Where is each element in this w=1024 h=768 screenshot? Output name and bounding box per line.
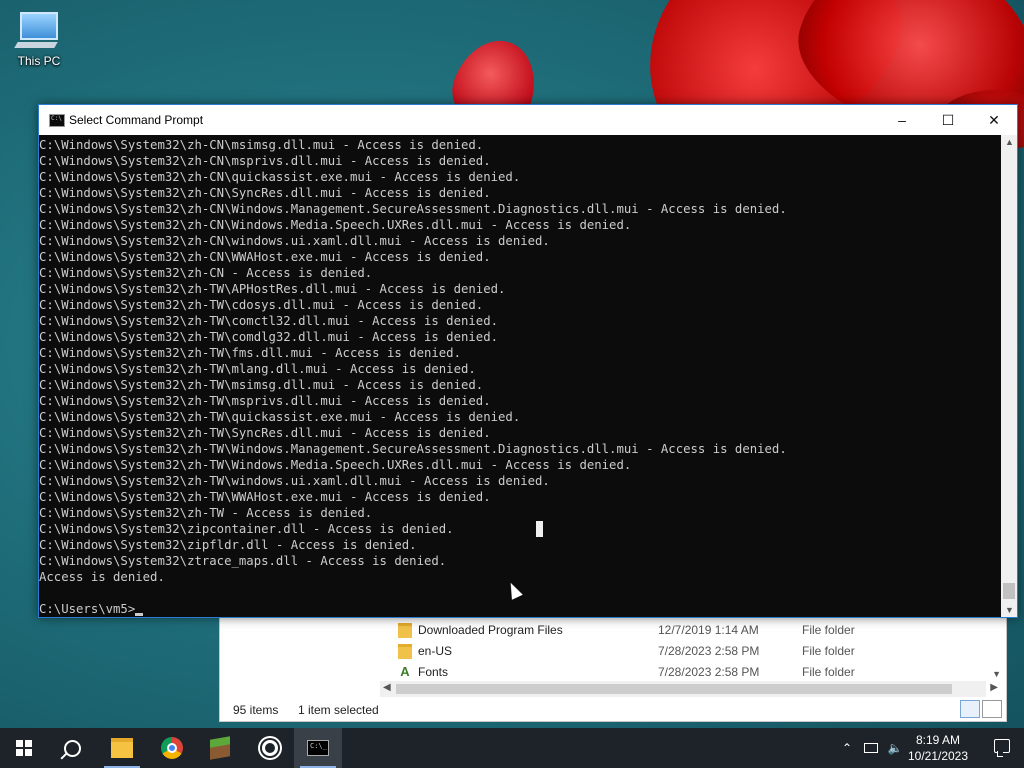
horizontal-scroll-thumb[interactable]: [396, 684, 952, 694]
item-count: 95 items: [233, 703, 279, 717]
command-prompt-window[interactable]: Select Command Prompt – ☐ ✕ C:\Windows\S…: [38, 104, 1018, 618]
console-line: C:\Windows\System32\zh-CN\SyncRes.dll.mu…: [39, 186, 491, 200]
taskbar: C:\_ ⌃ 🔈 8:19 AM 10/21/2023: [0, 728, 1024, 768]
minecraft-icon: [210, 736, 230, 760]
console-line: C:\Windows\System32\zh-CN\Windows.Manage…: [39, 202, 787, 216]
list-item[interactable]: A Fonts 7/28/2023 2:58 PM File folder: [398, 662, 855, 682]
console-line: C:\Windows\System32\zh-CN\windows.ui.xam…: [39, 234, 550, 248]
action-center-icon[interactable]: [994, 739, 1010, 753]
console-line: C:\Windows\System32\zh-TW\comctl32.dll.m…: [39, 314, 499, 328]
scroll-down-arrow-icon[interactable]: ▼: [992, 669, 1001, 679]
desktop-icon-this-pc[interactable]: This PC: [12, 10, 66, 68]
console-output[interactable]: C:\Windows\System32\zh-CN\msimsg.dll.mui…: [39, 135, 1001, 617]
chevron-up-icon: ⌃: [841, 741, 853, 755]
clock-date: 10/21/2023: [907, 749, 969, 763]
file-name: en-US: [418, 644, 453, 658]
close-button[interactable]: ✕: [971, 105, 1017, 135]
console-line: C:\Windows\System32\zh-TW\WWAHost.exe.mu…: [39, 490, 491, 504]
console-line: C:\Windows\System32\zh-TW\fms.dll.mui - …: [39, 346, 461, 360]
clock-time: 8:19 AM: [915, 733, 961, 747]
folder-icon: [398, 622, 412, 638]
taskbar-minecraft[interactable]: [196, 728, 244, 768]
settings-icon: [262, 740, 278, 756]
chrome-icon: [161, 737, 183, 759]
explorer-horizontal-scrollbar[interactable]: ◀ ▶: [380, 681, 998, 697]
search-icon: [63, 739, 81, 757]
console-line: C:\Windows\System32\zh-CN\msprivs.dll.mu…: [39, 154, 491, 168]
taskbar-clock[interactable]: 8:19 AM 10/21/2023: [900, 732, 976, 764]
console-line: C:\Windows\System32\zh-TW\cdosys.dll.mui…: [39, 298, 484, 312]
taskbar-chrome[interactable]: [148, 728, 196, 768]
command-prompt-line[interactable]: C:\Users\vm5>: [39, 601, 1001, 617]
desktop-icon-label: This PC: [17, 54, 61, 68]
network-button[interactable]: [860, 728, 882, 768]
console-line: C:\Windows\System32\zh-CN\quickassist.ex…: [39, 170, 521, 184]
file-type: File folder: [802, 623, 855, 637]
console-line: C:\Windows\System32\zh-CN\msimsg.dll.mui…: [39, 138, 484, 152]
console-line: C:\Windows\System32\zh-TW\windows.ui.xam…: [39, 474, 550, 488]
file-date: 7/28/2023 2:58 PM: [658, 665, 760, 679]
network-icon: [864, 743, 878, 753]
file-type: File folder: [802, 644, 855, 658]
start-icon: [16, 740, 32, 756]
window-title: Select Command Prompt: [69, 113, 204, 127]
console-line: C:\Windows\System32\zh-TW\SyncRes.dll.mu…: [39, 426, 491, 440]
console-line: C:\Windows\System32\zh-TW\comdlg32.dll.m…: [39, 330, 499, 344]
scroll-up-arrow-icon[interactable]: ▲: [1005, 137, 1014, 147]
file-date: 7/28/2023 2:58 PM: [658, 644, 760, 658]
taskbar-settings[interactable]: [246, 728, 294, 768]
console-line: C:\Windows\System32\zh-CN - Access is de…: [39, 266, 373, 280]
text-cursor: [135, 613, 144, 616]
console-line: C:\Windows\System32\zh-TW\msimsg.dll.mui…: [39, 378, 484, 392]
console-line: C:\Windows\System32\zh-CN\Windows.Media.…: [39, 218, 632, 232]
file-type: File folder: [802, 665, 855, 679]
console-line: C:\Windows\System32\zh-TW\quickassist.ex…: [39, 410, 521, 424]
console-scrollbar[interactable]: ▲ ▼: [1001, 135, 1017, 617]
list-item[interactable]: en-US 7/28/2023 2:58 PM File folder: [398, 641, 855, 661]
taskbar-command-prompt[interactable]: C:\_: [294, 728, 342, 768]
scroll-down-arrow-icon[interactable]: ▼: [1005, 605, 1014, 615]
file-date: 12/7/2019 1:14 AM: [658, 623, 759, 637]
large-icons-view-icon[interactable]: [982, 700, 1002, 718]
file-list[interactable]: Downloaded Program Files 12/7/2019 1:14 …: [220, 613, 988, 681]
console-scroll-thumb[interactable]: [1003, 583, 1015, 599]
selection-cursor: [536, 521, 543, 537]
console-line: C:\Windows\System32\zh-TW\msprivs.dll.mu…: [39, 394, 491, 408]
console-line: C:\Windows\System32\zh-TW\mlang.dll.mui …: [39, 362, 476, 376]
this-pc-icon: [20, 12, 58, 40]
console-line: C:\Windows\System32\zh-TW\APHostRes.dll.…: [39, 282, 506, 296]
console-line: C:\Windows\System32\zh-CN\WWAHost.exe.mu…: [39, 250, 491, 264]
start-button[interactable]: [0, 728, 48, 768]
minimize-button[interactable]: –: [879, 105, 925, 135]
show-hidden-icons-button[interactable]: ⌃: [836, 728, 858, 768]
fonts-folder-icon: A: [400, 664, 410, 679]
details-view-icon[interactable]: [960, 700, 980, 718]
command-prompt-icon: C:\_: [307, 740, 329, 756]
scroll-right-arrow-icon[interactable]: ▶: [990, 682, 998, 693]
explorer-vertical-scrollbar[interactable]: ▼: [988, 613, 1006, 681]
console-line: C:\Windows\System32\ztrace_maps.dll - Ac…: [39, 554, 447, 568]
console-line: C:\Windows\System32\zipcontainer.dll - A…: [39, 522, 454, 536]
console-line: C:\Windows\System32\zh-TW\Windows.Media.…: [39, 458, 632, 472]
explorer-status-bar: 95 items 1 item selected: [220, 699, 1006, 721]
taskbar-file-explorer[interactable]: [98, 728, 146, 768]
file-explorer-icon: [111, 738, 133, 758]
console-line: Access is denied.: [39, 570, 165, 584]
list-item[interactable]: Downloaded Program Files 12/7/2019 1:14 …: [398, 620, 855, 640]
selection-count: 1 item selected: [298, 703, 379, 717]
scroll-left-arrow-icon[interactable]: ◀: [383, 682, 391, 693]
prompt-text: C:\Users\vm5>: [39, 602, 136, 616]
console-line: C:\Windows\System32\zh-TW - Access is de…: [39, 506, 373, 520]
console-line: C:\Windows\System32\zipfldr.dll - Access…: [39, 538, 417, 552]
command-prompt-icon: [49, 114, 65, 127]
maximize-button[interactable]: ☐: [925, 105, 971, 135]
search-button[interactable]: [48, 728, 96, 768]
folder-icon: [398, 643, 412, 659]
title-bar[interactable]: Select Command Prompt – ☐ ✕: [39, 105, 1017, 135]
file-name: Fonts: [418, 665, 449, 679]
file-explorer-window[interactable]: Downloaded Program Files 12/7/2019 1:14 …: [219, 612, 1007, 722]
file-name: Downloaded Program Files: [418, 623, 563, 637]
console-line: C:\Windows\System32\zh-TW\Windows.Manage…: [39, 442, 787, 456]
